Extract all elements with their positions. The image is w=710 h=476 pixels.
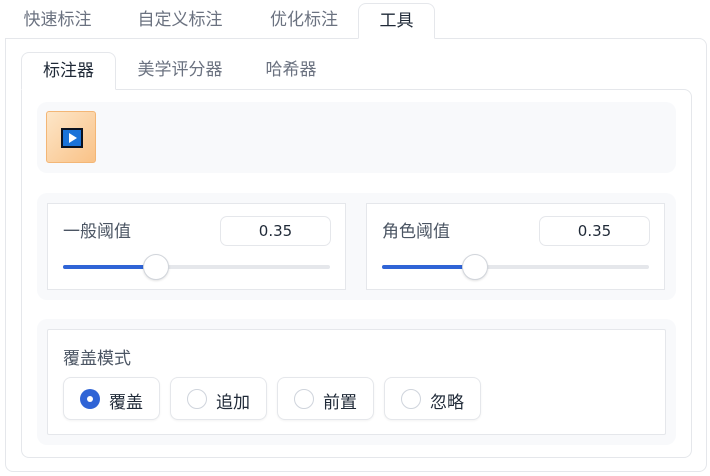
run-button[interactable] <box>46 111 96 163</box>
play-icon <box>61 128 83 148</box>
character-threshold-fill <box>382 265 476 269</box>
general-threshold-handle[interactable] <box>143 254 170 280</box>
tab-hasher[interactable]: 哈希器 <box>246 52 336 90</box>
radio-unchecked-icon <box>294 389 314 409</box>
radio-prepend[interactable]: 前置 <box>277 377 374 420</box>
general-threshold-card: 一般阈值 0.35 <box>47 203 346 290</box>
radio-unchecked-icon <box>187 389 207 409</box>
radio-prepend-label: 前置 <box>323 393 357 413</box>
radio-ignore[interactable]: 忽略 <box>384 377 481 420</box>
character-threshold-label: 角色阈值 <box>382 222 450 242</box>
general-threshold-slider[interactable] <box>63 254 330 280</box>
radio-append-label: 追加 <box>216 393 250 413</box>
radio-unchecked-icon <box>401 389 421 409</box>
general-threshold-fill <box>63 265 157 269</box>
tab-quick-tag[interactable]: 快速标注 <box>5 3 110 39</box>
radio-ignore-label: 忽略 <box>430 393 464 413</box>
radio-append[interactable]: 追加 <box>170 377 267 420</box>
tab-tools[interactable]: 工具 <box>358 3 435 39</box>
overwrite-mode-label: 覆盖模式 <box>63 349 131 369</box>
tab-tagger[interactable]: 标注器 <box>21 52 116 90</box>
overwrite-mode-card: 覆盖模式 覆盖 追加 前置 忽略 <box>47 329 666 435</box>
radio-overwrite-label: 覆盖 <box>109 393 143 413</box>
run-block <box>37 102 676 173</box>
tab-aesthetic-scorer[interactable]: 美学评分器 <box>124 52 236 90</box>
character-threshold-slider[interactable] <box>382 254 649 280</box>
tab-custom-tag[interactable]: 自定义标注 <box>117 3 243 39</box>
threshold-block: 一般阈值 0.35 角色阈值 0.35 <box>37 193 676 300</box>
overwrite-mode-block: 覆盖模式 覆盖 追加 前置 忽略 <box>37 319 676 445</box>
general-threshold-input[interactable]: 0.35 <box>220 216 331 246</box>
tools-panel: 标注器 美学评分器 哈希器 一般阈值 0.35 角色阈值 0.35 覆盖模式 覆… <box>5 38 707 472</box>
radio-checked-icon <box>80 389 100 409</box>
top-tab-bar: 快速标注 自定义标注 优化标注 工具 <box>5 0 707 39</box>
tagger-panel: 一般阈值 0.35 角色阈值 0.35 覆盖模式 覆盖 追加 前置 忽略 <box>21 89 692 458</box>
character-threshold-card: 角色阈值 0.35 <box>366 203 665 290</box>
general-threshold-label: 一般阈值 <box>63 222 131 242</box>
character-threshold-input[interactable]: 0.35 <box>539 216 650 246</box>
radio-overwrite[interactable]: 覆盖 <box>63 377 160 420</box>
tab-optimize-tag[interactable]: 优化标注 <box>250 3 358 39</box>
character-threshold-handle[interactable] <box>462 254 489 280</box>
